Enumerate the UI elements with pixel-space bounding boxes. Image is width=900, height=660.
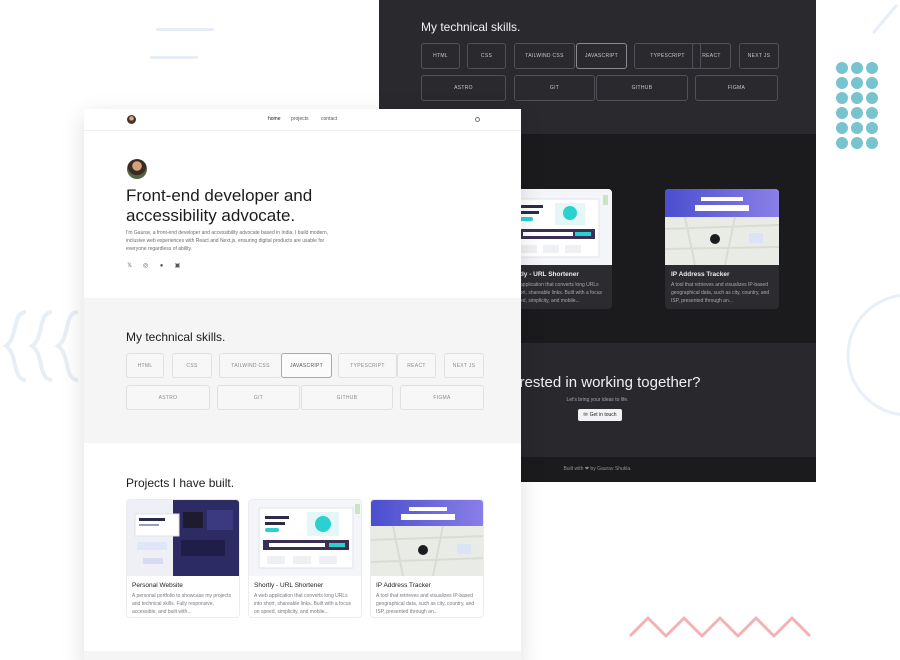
project-thumbnail (249, 500, 361, 576)
x-icon[interactable]: 𝕏 (126, 262, 133, 269)
decorative-dot (866, 92, 878, 104)
skill-chip: GIT (217, 385, 300, 410)
decorative-dot (851, 107, 863, 119)
project-thumbnail (127, 500, 239, 576)
skill-chip: REACT (692, 43, 731, 69)
skill-chip: CSS (172, 353, 212, 378)
skill-chip: GITHUB (596, 75, 688, 101)
project-description: A personal portfolio to showcase my proj… (132, 593, 231, 615)
decorative-dot (866, 77, 878, 89)
project-thumbnail (371, 500, 483, 577)
project-title: Shortly - URL Shortener (254, 582, 324, 589)
decorative-lines (150, 20, 230, 80)
decorative-dot (851, 62, 863, 74)
instagram-icon[interactable]: ◎ (142, 262, 149, 269)
linkedin-icon[interactable]: ▣ (174, 262, 181, 269)
skill-chip: TAILWIND CSS (219, 353, 282, 378)
skill-chip: REACT (397, 353, 436, 378)
decorative-dot (866, 137, 878, 149)
hero-title: Front-end developer and accessibility ad… (126, 186, 313, 225)
github-icon[interactable]: ● (158, 262, 165, 269)
skill-chip: FIGMA (695, 75, 778, 101)
get-in-touch-button[interactable]: ✉ Get in touch (578, 409, 622, 421)
hero-bio: I'm Gaurav, a front-end developer and ac… (126, 230, 329, 252)
skill-chip: GIT (514, 75, 595, 101)
decorative-dot (866, 107, 878, 119)
skill-chip: GITHUB (301, 385, 393, 410)
project-description: A web application that converts long URL… (254, 593, 351, 615)
decorative-slash (868, 0, 900, 40)
skill-chip: TYPESCRIPT (338, 353, 397, 378)
social-links: 𝕏 ◎ ● ▣ (126, 262, 181, 270)
skill-chip: CSS (467, 43, 506, 69)
dark-project-card[interactable]: IP Address Tracker A tool that retrieves… (665, 189, 779, 309)
skill-chip: TAILWIND CSS (514, 43, 575, 69)
decorative-dot (851, 122, 863, 134)
project-thumbnail (665, 189, 779, 266)
skill-chip: FIGMA (400, 385, 484, 410)
theme-toggle-icon[interactable] (475, 117, 480, 122)
project-description: A tool that retrieves and visualizes IP-… (671, 282, 770, 304)
decorative-dot (836, 92, 848, 104)
dark-skills-heading: My technical skills. (421, 20, 521, 34)
decorative-ring (816, 290, 900, 420)
decorative-dot (851, 137, 863, 149)
skill-chip: JAVASCRIPT (281, 353, 332, 378)
skill-chip: NEXT JS (444, 353, 484, 378)
nav-link-home[interactable]: home (268, 116, 281, 122)
skills-section: My technical skills. HTML CSS TAILWIND CSS… (84, 298, 521, 443)
decorative-dot (836, 62, 848, 74)
skill-chip: HTML (126, 353, 164, 378)
nav-link-contact[interactable]: contact (321, 116, 337, 122)
skill-chip: JAVASCRIPT (576, 43, 627, 69)
light-theme-window: home projects contact Front-end develope… (84, 109, 521, 660)
decorative-dot (836, 137, 848, 149)
skill-chip: NEXT JS (739, 43, 779, 69)
decorative-braces (0, 308, 84, 384)
top-navigation: home projects contact (84, 109, 521, 131)
project-title: IP Address Tracker (671, 271, 730, 278)
decorative-dot (836, 77, 848, 89)
project-title: Personal Website (132, 582, 183, 589)
nav-link-projects[interactable]: projects (291, 116, 309, 122)
skill-chip: HTML (421, 43, 460, 69)
project-card[interactable]: Personal Website A personal portfolio to… (126, 499, 240, 618)
skills-heading: My technical skills. (126, 330, 226, 344)
project-card[interactable]: Shortly - URL Shortener A web applicatio… (248, 499, 362, 618)
decorative-dot (866, 122, 878, 134)
project-title: IP Address Tracker (376, 582, 431, 589)
decorative-dot (851, 92, 863, 104)
project-card[interactable]: IP Address Tracker A tool that retrieves… (370, 499, 484, 618)
get-in-touch-label: Get in touch (589, 412, 617, 418)
nav-avatar[interactable] (127, 115, 136, 124)
decorative-dot (866, 62, 878, 74)
mail-icon: ✉ (583, 412, 588, 418)
skill-chip: ASTRO (421, 75, 506, 101)
skill-chip: TYPESCRIPT (634, 43, 701, 69)
next-section-edge (84, 651, 521, 660)
decorative-dot (851, 77, 863, 89)
decorative-dot (836, 122, 848, 134)
skill-chip: ASTRO (126, 385, 210, 410)
projects-heading: Projects I have built. (126, 476, 235, 490)
decorative-zigzag (628, 612, 813, 642)
avatar (127, 159, 147, 179)
decorative-dot (836, 107, 848, 119)
decorative-dot-grid (836, 62, 878, 149)
project-description: A tool that retrieves and visualizes IP-… (376, 593, 475, 615)
